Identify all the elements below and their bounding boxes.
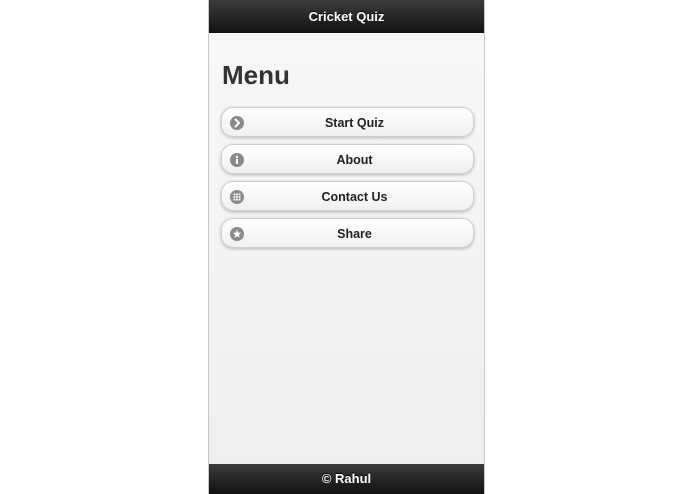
footer-text: © Rahul bbox=[321, 471, 372, 486]
share-button[interactable]: Share bbox=[221, 218, 474, 248]
footer-bar: © Rahul bbox=[209, 464, 484, 494]
about-button[interactable]: About bbox=[221, 144, 474, 174]
app-screen: Cricket Quiz Menu Start Quiz About Conta… bbox=[208, 0, 485, 494]
menu-list: Start Quiz About Contact Us Share bbox=[221, 107, 474, 255]
header-bar: Cricket Quiz bbox=[209, 0, 484, 33]
start-quiz-button[interactable]: Start Quiz bbox=[221, 107, 474, 137]
page-title: Menu bbox=[222, 60, 290, 90]
contact-us-label: Contact Us bbox=[321, 190, 388, 204]
contact-us-button[interactable]: Contact Us bbox=[221, 181, 474, 211]
header-title: Cricket Quiz bbox=[308, 9, 385, 24]
start-quiz-label: Start Quiz bbox=[324, 116, 385, 130]
share-label: Share bbox=[337, 227, 372, 241]
about-label: About bbox=[336, 153, 373, 167]
